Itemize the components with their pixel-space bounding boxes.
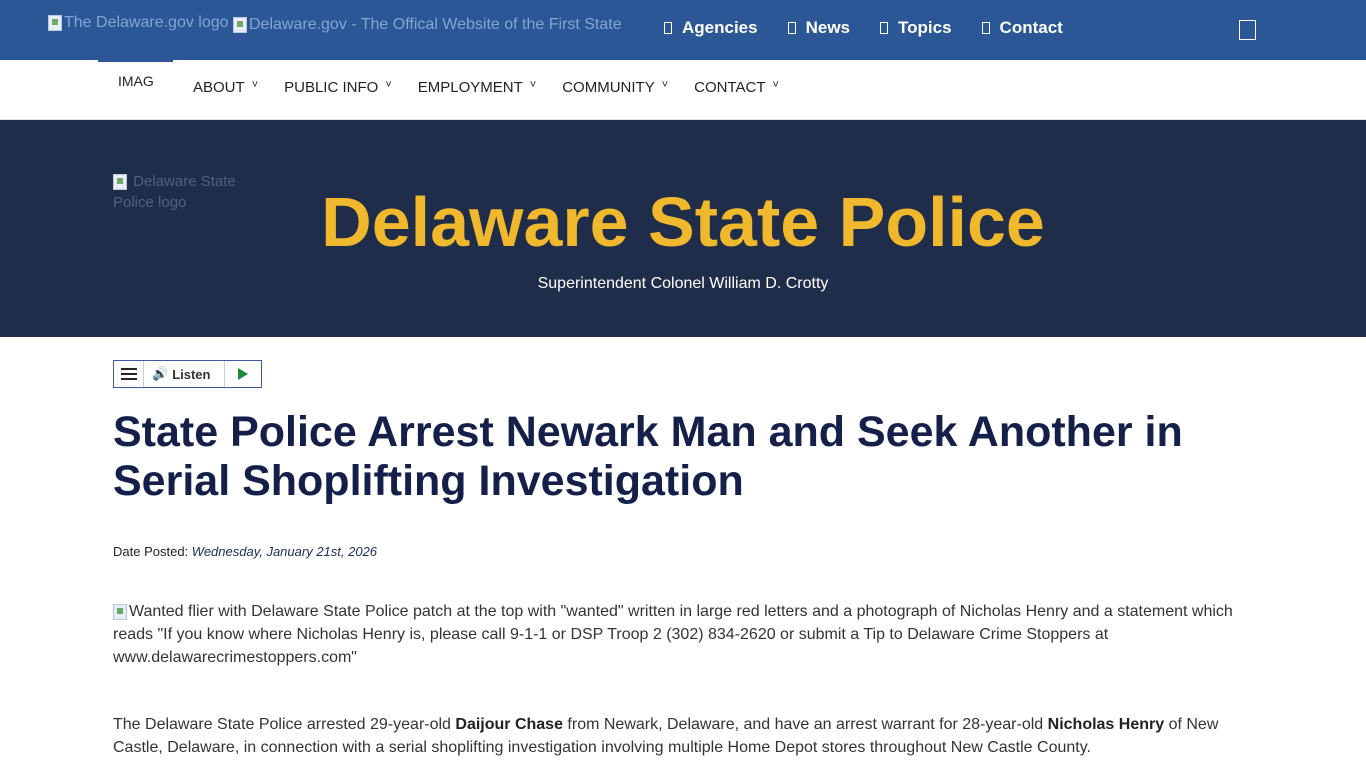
agency-subtitle: Superintendent Colonel William D. Crotty xyxy=(537,275,829,292)
nav-agencies-label: Agencies xyxy=(682,18,758,37)
date-posted-label: Date Posted: xyxy=(113,544,189,559)
delaware-gov-site-alt: Delaware.gov - The Offical Website of th… xyxy=(249,16,622,33)
menu-employment-label: EMPLOYMENT xyxy=(417,79,523,96)
state-header-bar: The Delaware.gov logo Delaware.gov - The… xyxy=(0,0,1366,60)
agency-hero-banner: Delaware State Police logo Delaware Stat… xyxy=(0,120,1366,337)
menu-employment[interactable]: EMPLOYMENT ˅ xyxy=(417,78,537,97)
article-headline: State Police Arrest Newark Man and Seek … xyxy=(113,408,1183,505)
menu-community-label: COMMUNITY xyxy=(562,79,655,96)
play-icon xyxy=(238,368,248,380)
agency-title: Delaware State Police xyxy=(321,183,1045,261)
menu-contact-label: CONTACT xyxy=(694,79,766,96)
paragraph-text-2: from Newark, Delaware, and have an arres… xyxy=(562,716,1048,733)
broken-image-icon xyxy=(233,17,247,33)
agency-nav-bar: IMAGE ABOUT ˅ PUBLIC INFO ˅ EMPLOYMENT ˅ CO… xyxy=(0,60,1366,120)
delaware-gov-site-link[interactable]: Delaware.gov - The Offical Website of th… xyxy=(233,16,622,34)
topics-icon xyxy=(880,22,889,34)
date-posted-value: Wednesday, January 21st, 2026 xyxy=(191,544,378,559)
broken-image-icon xyxy=(48,15,62,31)
nav-agencies[interactable]: Agencies xyxy=(664,18,758,38)
wanted-flier-image: Wanted flier with Delaware State Police … xyxy=(113,600,1253,669)
chevron-down-icon: ˅ xyxy=(385,78,392,91)
paragraph-text-1: The Delaware State Police arrested 29-ye… xyxy=(113,716,456,733)
menu-about[interactable]: ABOUT ˅ xyxy=(193,78,259,97)
play-button[interactable] xyxy=(225,361,261,387)
agencies-icon xyxy=(664,22,672,34)
readspeaker-listen-widget: 🔊 Listen xyxy=(113,360,262,388)
menu-about-label: ABOUT xyxy=(193,79,245,96)
nav-topics-label: Topics xyxy=(898,18,952,37)
delaware-gov-logo-link[interactable]: The Delaware.gov logo xyxy=(48,14,229,32)
nav-news[interactable]: News xyxy=(787,18,851,38)
news-icon xyxy=(787,22,796,34)
state-top-nav: Agencies News Topics Contact xyxy=(664,18,1093,38)
agency-home-link[interactable]: IMAGE xyxy=(98,60,173,120)
agency-home-image-alt: IMAGE xyxy=(118,74,154,89)
delaware-gov-logo-alt: The Delaware.gov logo xyxy=(64,14,229,31)
suspect-name-chase: Daijour Chase xyxy=(455,716,563,733)
suspect-name-henry: Nicholas Henry xyxy=(1047,716,1165,733)
menu-contact[interactable]: CONTACT ˅ xyxy=(694,78,779,97)
hamburger-icon xyxy=(120,373,137,375)
listen-label: Listen xyxy=(172,366,211,382)
chevron-down-icon: ˅ xyxy=(772,78,779,91)
nav-contact[interactable]: Contact xyxy=(981,18,1063,38)
agency-menu: ABOUT ˅ PUBLIC INFO ˅ EMPLOYMENT ˅ COMMUNIT… xyxy=(193,78,805,97)
wanted-flier-alt: Wanted flier with Delaware State Police … xyxy=(113,603,1233,666)
speaker-icon: 🔊 xyxy=(152,366,169,381)
contact-icon xyxy=(981,22,990,34)
date-posted: Date Posted: Wednesday, January 21st, 20… xyxy=(113,544,377,559)
listen-menu-button[interactable] xyxy=(114,361,144,387)
article-paragraph: The Delaware State Police arrested 29-ye… xyxy=(113,713,1253,759)
nav-topics[interactable]: Topics xyxy=(880,18,952,38)
nav-contact-label: Contact xyxy=(999,18,1063,37)
chevron-down-icon: ˅ xyxy=(529,78,537,91)
chevron-down-icon: ˅ xyxy=(251,78,259,91)
listen-button[interactable]: 🔊 Listen xyxy=(144,361,225,387)
menu-public-info-label: PUBLIC INFO xyxy=(284,79,379,96)
menu-public-info[interactable]: PUBLIC INFO ˅ xyxy=(284,78,392,97)
broken-image-icon xyxy=(113,603,127,620)
chevron-down-icon: ˅ xyxy=(661,78,669,91)
search-icon[interactable] xyxy=(1239,20,1256,40)
nav-news-label: News xyxy=(805,18,851,37)
menu-community[interactable]: COMMUNITY ˅ xyxy=(562,78,669,97)
